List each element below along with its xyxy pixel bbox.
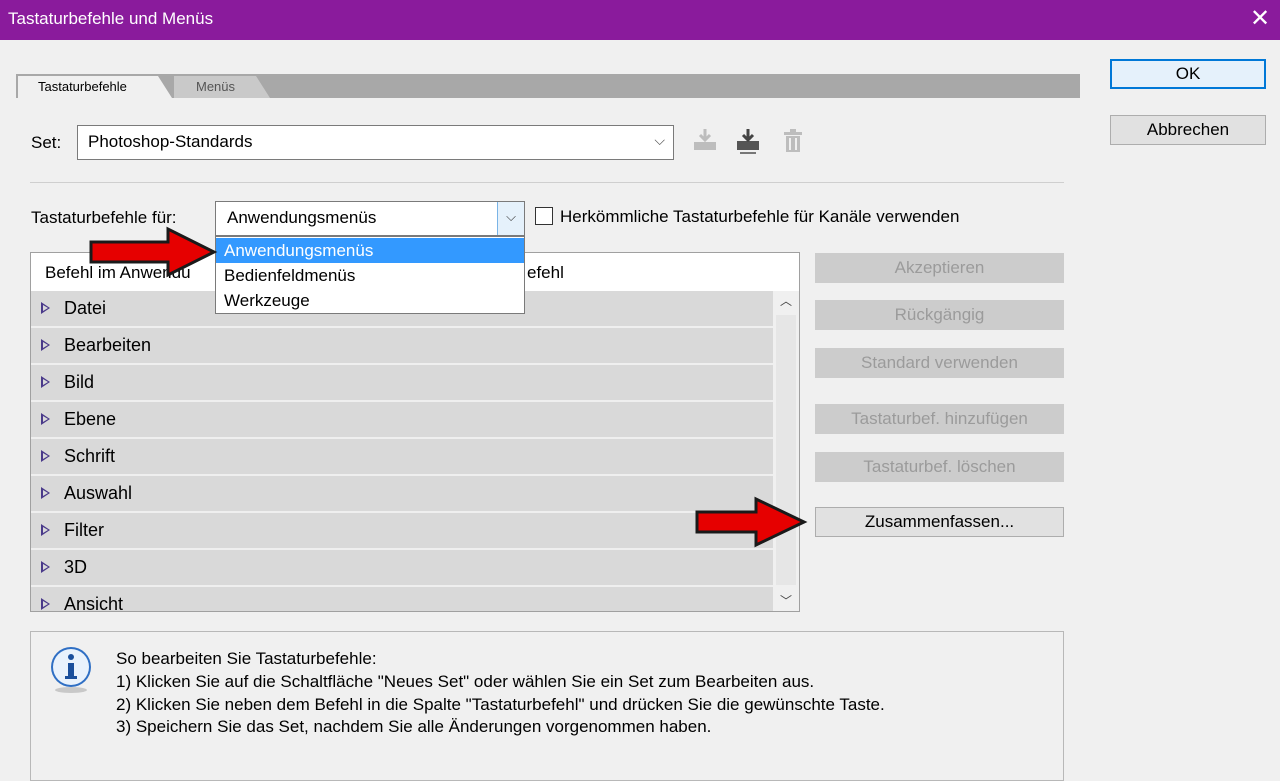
expand-triangle-icon[interactable] — [41, 561, 50, 573]
expand-triangle-icon[interactable] — [41, 598, 50, 610]
section-divider — [30, 182, 1064, 183]
row-label: Auswahl — [64, 483, 133, 503]
info-heading: So bearbeiten Sie Tastaturbefehle: — [116, 649, 377, 668]
save-set-icon[interactable] — [690, 126, 720, 156]
tab-strip: Menüs Tastaturbefehle — [16, 74, 1080, 98]
scroll-down-icon[interactable]: ﹀ — [773, 591, 799, 611]
shortcuts-for-options: Anwendungsmenüs Bedienfeldmenüs Werkzeug… — [215, 236, 525, 314]
option-panel-menus[interactable]: Bedienfeldmenüs — [216, 263, 524, 288]
tab-shortcuts[interactable]: Tastaturbefehle — [18, 76, 172, 98]
row-label: Datei — [64, 298, 107, 318]
info-icon — [46, 645, 96, 695]
expand-triangle-icon[interactable] — [41, 376, 50, 388]
set-value: Photoshop-Standards — [88, 132, 253, 151]
info-line-1: 1) Klicken Sie auf die Schaltfläche "Neu… — [116, 672, 815, 691]
expand-triangle-icon[interactable] — [41, 413, 50, 425]
info-line-3: 3) Speichern Sie das Set, nachdem Sie al… — [116, 717, 712, 736]
table-row[interactable]: Auswahl — [31, 476, 773, 513]
title-bar: Tastaturbefehle und Menüs ✕ — [0, 0, 1280, 40]
column-header-shortcut[interactable]: efehl — [527, 263, 564, 283]
red-arrow-icon — [88, 226, 218, 278]
ok-button[interactable]: OK — [1110, 59, 1266, 89]
row-label: Filter — [64, 520, 104, 540]
set-label: Set: — [31, 133, 62, 152]
legacy-channel-checkbox[interactable] — [535, 207, 553, 225]
trash-icon[interactable] — [778, 126, 808, 156]
vertical-scrollbar[interactable]: ︿ ﹀ — [773, 291, 799, 611]
row-label: Bearbeiten — [64, 335, 152, 355]
info-line-2: 2) Klicken Sie neben dem Befehl in die S… — [116, 695, 885, 714]
table-row[interactable]: Bearbeiten — [31, 328, 773, 365]
accept-button[interactable]: Akzeptieren — [815, 253, 1064, 283]
use-default-button[interactable]: Standard verwenden — [815, 348, 1064, 378]
expand-triangle-icon[interactable] — [41, 450, 50, 462]
scroll-up-icon[interactable]: ︿ — [773, 291, 799, 311]
table-row[interactable]: Schrift — [31, 439, 773, 476]
table-row[interactable]: Filter — [31, 513, 773, 550]
undo-button[interactable]: Rückgängig — [815, 300, 1064, 330]
legacy-channel-label: Herkömmliche Tastaturbefehle für Kanäle … — [560, 207, 960, 226]
expand-triangle-icon[interactable] — [41, 487, 50, 499]
option-app-menus[interactable]: Anwendungsmenüs — [216, 238, 524, 263]
table-row[interactable]: Bild — [31, 365, 773, 402]
shortcuts-for-value: Anwendungsmenüs — [227, 208, 377, 227]
expand-triangle-icon[interactable] — [41, 302, 50, 314]
close-icon[interactable]: ✕ — [1240, 0, 1280, 40]
table-row[interactable]: Ansicht — [31, 587, 773, 612]
table-rows: Datei Bearbeiten Bild Ebene Schrift Ausw… — [31, 291, 773, 612]
chevron-down-icon[interactable]: ⌵ — [497, 202, 524, 235]
row-label: 3D — [64, 557, 88, 577]
window-title: Tastaturbefehle und Menüs — [8, 9, 214, 28]
add-shortcut-button[interactable]: Tastaturbef. hinzufügen — [815, 404, 1064, 434]
expand-triangle-icon[interactable] — [41, 524, 50, 536]
table-row[interactable]: 3D — [31, 550, 773, 587]
row-label: Ebene — [64, 409, 117, 429]
row-label: Bild — [64, 372, 95, 392]
shortcuts-for-select[interactable]: Anwendungsmenüs ⌵ — [215, 201, 525, 236]
cancel-button[interactable]: Abbrechen — [1110, 115, 1266, 145]
table-row[interactable]: Ebene — [31, 402, 773, 439]
shortcuts-for-label: Tastaturbefehle für: — [31, 208, 177, 227]
option-tools[interactable]: Werkzeuge — [216, 288, 524, 313]
chevron-down-icon: ⌵ — [654, 132, 665, 148]
summarize-button[interactable]: Zusammenfassen... — [815, 507, 1064, 537]
red-arrow-icon — [694, 496, 809, 548]
delete-shortcut-button[interactable]: Tastaturbef. löschen — [815, 452, 1064, 482]
set-select[interactable]: Photoshop-Standards ⌵ — [77, 125, 674, 160]
expand-triangle-icon[interactable] — [41, 339, 50, 351]
save-set-as-icon[interactable] — [733, 126, 763, 156]
row-label: Ansicht — [64, 594, 124, 612]
tab-menus[interactable]: Menüs — [174, 76, 270, 98]
row-label: Schrift — [64, 446, 116, 466]
